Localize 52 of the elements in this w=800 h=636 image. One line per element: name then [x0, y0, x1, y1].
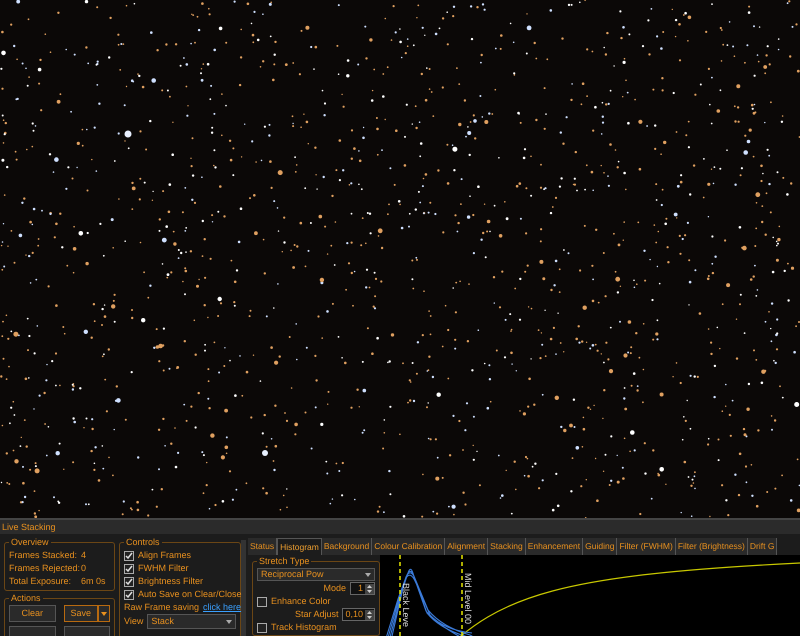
checkbox[interactable] — [124, 576, 134, 586]
view-label: View — [124, 614, 144, 628]
dropdown-button[interactable] — [98, 605, 110, 622]
stat-label: Frames Rejected: — [9, 562, 81, 575]
tab[interactable]: Guiding — [583, 538, 618, 555]
checkbox[interactable] — [124, 590, 134, 600]
raw-saving-label: Raw Frame saving — [124, 601, 200, 614]
checkbox-label: Auto Save on Clear/Close — [138, 588, 242, 601]
checkbox-label: Track Histogram — [271, 622, 337, 633]
stat-value: 0 — [81, 562, 86, 575]
number-spinner[interactable]: 1 — [350, 582, 375, 595]
checkbox[interactable] — [257, 622, 267, 632]
save-button[interactable]: Save — [64, 605, 98, 622]
tab[interactable]: Filter (FWHM) — [617, 538, 676, 555]
group-title: Controls — [124, 536, 162, 548]
tab[interactable]: Filter (Brightness) — [676, 538, 748, 555]
caret-icon — [101, 612, 107, 616]
stat-label: Total Exposure: — [9, 575, 72, 588]
spinner-label: Mode — [323, 583, 346, 594]
tab[interactable]: Histogram — [277, 538, 322, 555]
level-label: Black Leve — [401, 583, 411, 628]
checkbox[interactable] — [257, 596, 267, 606]
tab[interactable]: Alignment — [445, 538, 488, 555]
group-title: Overview — [9, 536, 51, 548]
tab[interactable]: Stacking — [488, 538, 526, 555]
group-title: Stretch Type — [257, 555, 312, 567]
group-title: Actions — [9, 592, 43, 604]
stat-value: 6m 0s — [81, 575, 106, 588]
caret-icon — [365, 572, 371, 576]
tab[interactable]: Status — [248, 538, 278, 555]
number-spinner[interactable]: 0,10 — [342, 608, 375, 621]
checkbox-label: FWHM Filter — [138, 562, 188, 575]
level-label: Mid Level 00 — [463, 573, 473, 624]
tab[interactable]: Enhancement — [526, 538, 584, 555]
clear-button[interactable]: Clear — [9, 605, 56, 622]
stat-value: 4 — [81, 549, 86, 562]
tab[interactable]: Drift G — [748, 538, 778, 555]
panel-title: Live Stacking — [2, 522, 56, 532]
caret-icon — [226, 620, 232, 624]
checkbox[interactable] — [124, 550, 134, 560]
stat-label: Frames Stacked: — [9, 549, 78, 562]
view-dropdown[interactable]: Stack — [147, 614, 236, 629]
click-here-link[interactable]: click here — [203, 601, 242, 614]
checkbox[interactable] — [124, 564, 134, 574]
stretch-type-dropdown[interactable]: Reciprocal Pow — [257, 568, 375, 581]
checkbox-label: Brightness Filter — [138, 575, 204, 588]
checkbox-label: Enhance Color — [271, 596, 331, 607]
tab[interactable]: Colour Calibration — [372, 538, 446, 555]
tab[interactable]: Background — [322, 538, 372, 555]
scrollbar[interactable] — [241, 540, 246, 636]
checkbox-label: Align Frames — [138, 549, 192, 562]
spinner-label: Star Adjust — [294, 609, 338, 620]
